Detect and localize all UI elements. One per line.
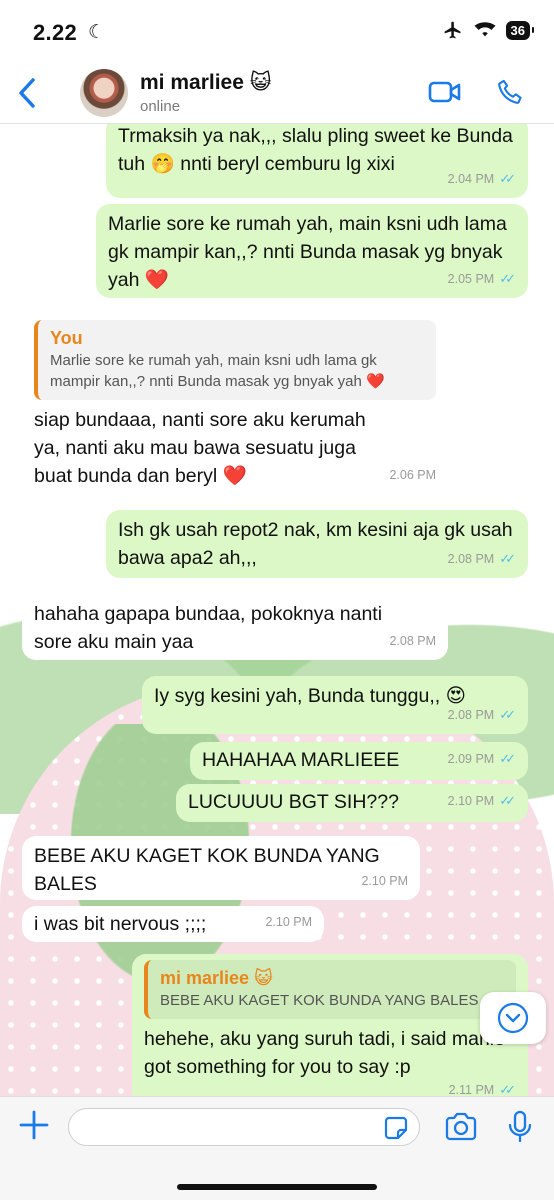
airplane-mode-icon bbox=[444, 21, 461, 39]
message-bubble-incoming[interactable]: You Marlie sore ke rumah yah, main ksni … bbox=[22, 314, 448, 494]
message-meta: 2.10 PM bbox=[265, 908, 312, 936]
quoted-message[interactable]: You Marlie sore ke rumah yah, main ksni … bbox=[34, 320, 436, 400]
quoted-text: Marlie sore ke rumah yah, main ksni udh … bbox=[50, 352, 385, 390]
status-icons: 36 bbox=[442, 20, 535, 40]
message-meta: 2.08 PM ✓✓ bbox=[448, 701, 516, 729]
message-time: 2.06 PM bbox=[389, 468, 436, 482]
video-camera-icon bbox=[428, 81, 461, 103]
message-bubble-outgoing[interactable]: mi marliee 😺 BEBE AKU KAGET KOK BUNDA YA… bbox=[132, 954, 528, 1096]
scroll-to-bottom-button[interactable] bbox=[480, 992, 546, 1044]
message-time: 2.08 PM bbox=[447, 708, 495, 722]
read-ticks-icon: ✓✓ bbox=[499, 271, 516, 286]
read-ticks-icon: ✓✓ bbox=[499, 1082, 516, 1096]
message-time: 2.08 PM bbox=[389, 634, 436, 648]
message-bubble-incoming[interactable]: BEBE AKU KAGET KOK BUNDA YANG BALES 2.10… bbox=[22, 836, 420, 900]
read-ticks-icon: ✓✓ bbox=[499, 171, 516, 186]
chat-area[interactable]: Trmaksih ya nak,,, slalu pling sweet ke … bbox=[0, 124, 554, 1096]
message-time: 2.09 PM bbox=[447, 752, 495, 766]
message-meta: 2.06 PM bbox=[389, 461, 436, 489]
status-time: 2.22 bbox=[33, 20, 78, 45]
message-bubble-outgoing[interactable]: Marlie sore ke rumah yah, main ksni udh … bbox=[96, 204, 528, 298]
camera-icon bbox=[445, 1112, 477, 1141]
message-bubble-outgoing[interactable]: LUCUUUU BGT SIH??? 2.10 PM ✓✓ bbox=[176, 784, 528, 822]
message-time: 2.05 PM bbox=[447, 272, 495, 286]
message-bubble-incoming[interactable]: hahaha gapapa bundaa, pokoknya nanti sor… bbox=[22, 594, 448, 660]
message-time: 2.10 PM bbox=[361, 874, 408, 888]
message-meta: 2.10 PM ✓✓ bbox=[448, 787, 516, 815]
message-meta: 2.09 PM ✓✓ bbox=[448, 745, 516, 773]
read-ticks-icon: ✓✓ bbox=[499, 707, 516, 722]
message-meta: 2.08 PM bbox=[389, 627, 436, 655]
message-input-bar bbox=[0, 1096, 554, 1200]
battery-indicator: 36 bbox=[505, 20, 535, 40]
quoted-author: You bbox=[50, 328, 83, 348]
voice-call-button[interactable] bbox=[496, 78, 524, 111]
message-bubble-outgoing[interactable]: Ish gk usah repot2 nak, km kesini aja gk… bbox=[106, 510, 528, 578]
message-text: BEBE AKU KAGET KOK BUNDA YANG BALES bbox=[34, 845, 386, 895]
message-bubble-outgoing[interactable]: Iy syg kesini yah, Bunda tunggu,, 😍 2.08… bbox=[142, 676, 528, 734]
message-meta: 2.08 PM ✓✓ bbox=[448, 545, 516, 573]
message-time: 2.08 PM bbox=[447, 552, 495, 566]
wifi-icon bbox=[473, 22, 496, 37]
read-ticks-icon: ✓✓ bbox=[499, 793, 516, 808]
focus-moon-icon: ☾ bbox=[88, 22, 106, 43]
chat-header: mi marliee 😺 online bbox=[0, 62, 554, 124]
voice-note-button[interactable] bbox=[508, 1110, 532, 1149]
video-call-button[interactable] bbox=[428, 80, 462, 109]
microphone-icon bbox=[508, 1110, 532, 1143]
sticker-icon bbox=[384, 1116, 408, 1140]
message-meta: 2.05 PM ✓✓ bbox=[448, 265, 516, 293]
contact-status: online bbox=[140, 98, 181, 115]
read-ticks-icon: ✓✓ bbox=[499, 551, 516, 566]
message-text: hahaha gapapa bundaa, pokoknya nanti sor… bbox=[34, 603, 388, 653]
message-bubble-outgoing[interactable]: HAHAHAA MARLIEEE 2.09 PM ✓✓ bbox=[190, 742, 528, 780]
quoted-message[interactable]: mi marliee 😺 BEBE AKU KAGET KOK BUNDA YA… bbox=[144, 960, 516, 1019]
back-button[interactable] bbox=[16, 77, 38, 114]
contact-name[interactable]: mi marliee 😺 bbox=[140, 70, 272, 95]
message-time: 2.11 PM bbox=[448, 1083, 495, 1096]
message-meta: 2.11 PM ✓✓ bbox=[449, 1076, 516, 1096]
chevron-left-icon bbox=[19, 78, 35, 108]
message-bubble-incoming[interactable]: i was bit nervous ;;;; 2.10 PM bbox=[22, 906, 324, 942]
sticker-button[interactable] bbox=[384, 1116, 408, 1145]
status-bar: 2.22 ☾ 36 bbox=[0, 0, 554, 62]
message-input[interactable] bbox=[68, 1108, 420, 1146]
plus-icon bbox=[19, 1110, 49, 1140]
phone-icon bbox=[498, 79, 522, 104]
message-meta: 2.10 PM bbox=[361, 867, 408, 895]
message-bubble-outgoing[interactable]: Trmaksih ya nak,,, slalu pling sweet ke … bbox=[106, 124, 528, 198]
quoted-text: BEBE AKU KAGET KOK BUNDA YANG BALES bbox=[160, 992, 479, 1009]
message-text: hehehe, aku yang suruh tadi, i said marl… bbox=[144, 1028, 505, 1078]
attach-button[interactable] bbox=[18, 1109, 50, 1146]
avatar[interactable] bbox=[80, 69, 128, 117]
read-ticks-icon: ✓✓ bbox=[499, 751, 516, 766]
chevron-down-icon bbox=[497, 1002, 529, 1034]
home-indicator bbox=[177, 1184, 377, 1190]
message-text: siap bundaaa, nanti sore aku kerumah ya,… bbox=[34, 409, 372, 487]
message-meta: 2.04 PM ✓✓ bbox=[448, 165, 516, 193]
message-time: 2.04 PM bbox=[447, 172, 495, 186]
camera-button[interactable] bbox=[444, 1112, 478, 1147]
message-time: 2.10 PM bbox=[265, 915, 312, 929]
quoted-author: mi marliee 😺 bbox=[160, 968, 273, 988]
message-time: 2.10 PM bbox=[447, 794, 495, 808]
